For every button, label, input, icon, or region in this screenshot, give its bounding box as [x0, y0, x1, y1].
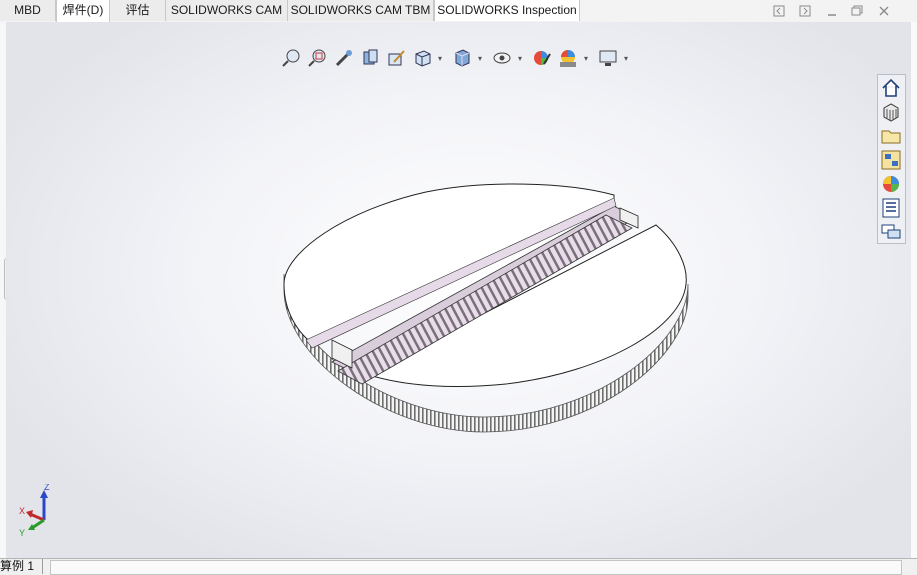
triad-x-label: X: [19, 506, 25, 516]
graphics-area[interactable]: ▾ ▾ ▾ ▾ ▾ Z X Y: [6, 22, 911, 558]
minimize-icon[interactable]: [824, 4, 840, 20]
tab-evaluate[interactable]: 评估: [110, 0, 166, 21]
tab-solidworks-cam-tbm[interactable]: SOLIDWORKS CAM TBM: [288, 0, 434, 21]
reference-triad: Z X Y: [19, 484, 50, 538]
hide-show-dropdown-icon[interactable]: ▾: [518, 54, 524, 64]
tab-mbd[interactable]: MBD: [0, 0, 56, 21]
maximize-icon[interactable]: [849, 4, 865, 20]
display-style-dropdown-icon[interactable]: ▾: [478, 54, 484, 64]
status-field: [50, 560, 902, 575]
dynamic-annotation-icon[interactable]: [386, 48, 406, 68]
solidworks-resources-icon[interactable]: [880, 77, 902, 99]
view-orientation-icon[interactable]: [412, 48, 432, 68]
edit-appearance-icon[interactable]: [532, 48, 552, 68]
restore-left-icon[interactable]: [771, 4, 787, 20]
task-pane: [877, 74, 906, 244]
right-panel-edge: [911, 22, 917, 558]
triad-y-label: Y: [19, 528, 25, 538]
command-manager-tabs: MBD 焊件(D) 评估 SOLIDWORKS CAM SOLIDWORKS C…: [0, 0, 917, 23]
study-tab-label[interactable]: 算例 1: [0, 559, 44, 574]
display-style-icon[interactable]: [452, 48, 472, 68]
gear-disc-model[interactable]: [6, 22, 911, 558]
restore-right-icon[interactable]: [797, 4, 813, 20]
apply-scene-icon[interactable]: [558, 48, 578, 68]
custom-properties-icon[interactable]: [880, 197, 902, 219]
view-settings-icon[interactable]: [598, 48, 618, 68]
file-explorer-icon[interactable]: [880, 125, 902, 147]
apply-scene-dropdown-icon[interactable]: ▾: [584, 54, 590, 64]
view-palette-icon[interactable]: [880, 149, 902, 171]
tab-weldments[interactable]: 焊件(D): [56, 0, 110, 23]
tab-solidworks-cam[interactable]: SOLIDWORKS CAM: [166, 0, 288, 21]
status-bar: 算例 1: [0, 558, 917, 575]
view-settings-dropdown-icon[interactable]: ▾: [624, 54, 630, 64]
forum-icon[interactable]: [880, 221, 902, 243]
previous-view-icon[interactable]: [334, 48, 354, 68]
design-library-icon[interactable]: [880, 101, 902, 123]
tab-solidworks-inspection[interactable]: SOLIDWORKS Inspection: [434, 0, 580, 21]
close-icon[interactable]: [876, 4, 892, 20]
view-orientation-dropdown-icon[interactable]: ▾: [438, 54, 444, 64]
triad-z-label: Z: [44, 484, 50, 492]
appearances-scenes-icon[interactable]: [880, 173, 902, 195]
hide-show-items-icon[interactable]: [492, 48, 512, 68]
zoom-to-area-icon[interactable]: [308, 48, 328, 68]
section-view-icon[interactable]: [360, 48, 380, 68]
zoom-to-fit-icon[interactable]: [282, 48, 302, 68]
